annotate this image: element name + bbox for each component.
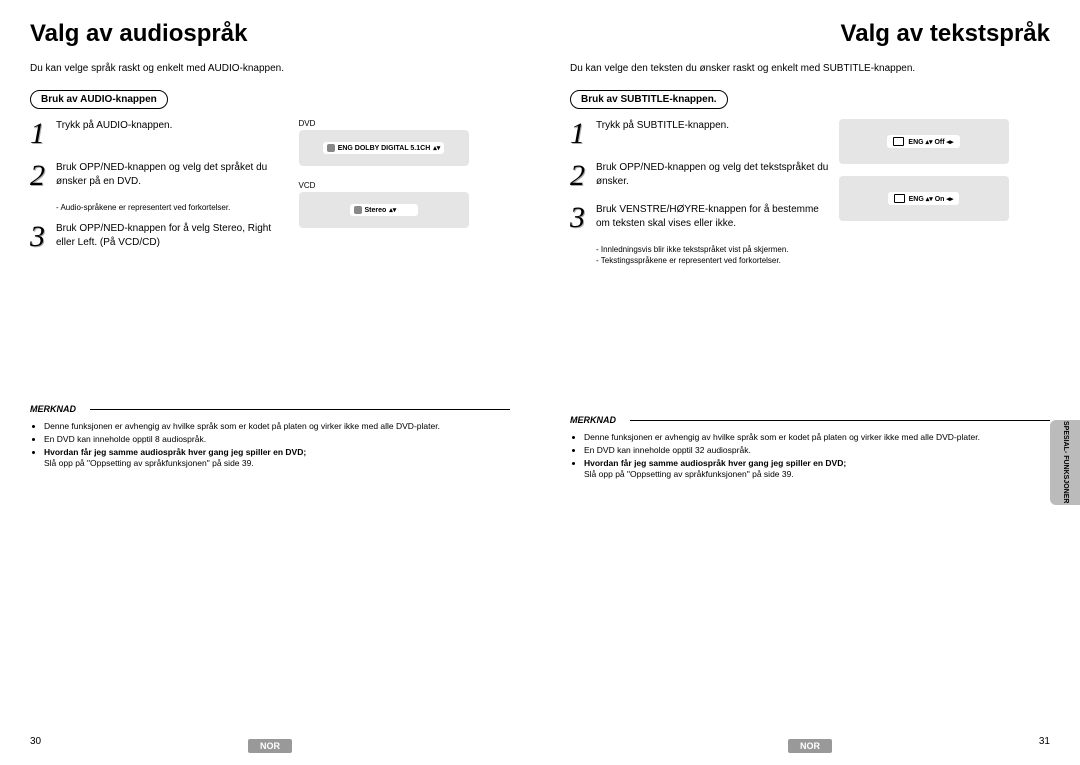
- vis-off-inner: ENG ▴▾ Off ◂▸: [887, 135, 959, 148]
- vis-vcd-text: Stereo: [365, 207, 387, 214]
- step-3-right: 3 Bruk VENSTRE/HØYRE-knappen for å beste…: [570, 203, 829, 233]
- step-2-right: 2 Bruk OPP/NED-knappen og velg det tekst…: [570, 161, 829, 191]
- step-num: 3: [30, 222, 56, 252]
- note-item-bold: Hvordan får jeg samme audiospråk hver ga…: [44, 446, 510, 459]
- note-label-right: MERKNAD: [570, 415, 1050, 425]
- pill-right: Bruk av SUBTITLE-knappen.: [570, 90, 728, 109]
- updown-icon: [389, 206, 396, 214]
- vis-dvd-text: ENG DOLBY DIGITAL 5.1CH: [338, 145, 431, 152]
- title-right: Valg av tekstspråk: [570, 20, 1050, 48]
- step-3-left: 3 Bruk OPP/NED-knappen for å velg Stereo…: [30, 222, 289, 252]
- vis-on-text: ENG ▴▾ On ◂▸: [909, 195, 954, 203]
- manual-spread: Valg av audiospråk Du kan velge språk ra…: [0, 0, 1080, 765]
- audio-icon: [354, 206, 362, 214]
- subtitle-icon: [894, 194, 905, 203]
- vis-on-inner: ENG ▴▾ On ◂▸: [888, 192, 960, 205]
- page-left: Valg av audiospråk Du kan velge språk ra…: [0, 0, 540, 765]
- page-right: Valg av tekstspråk Du kan velge den teks…: [540, 0, 1080, 765]
- side-tab-text: SPESIAL- FUNKSJONER: [1061, 421, 1069, 503]
- note-item: Denne funksjonen er avhengig av hvilke s…: [584, 431, 1050, 444]
- step-num: 2: [570, 161, 596, 191]
- step-1-right: 1 Trykk på SUBTITLE-knappen.: [570, 119, 829, 149]
- subtitle-icon: [893, 137, 904, 146]
- vis-off-text: ENG ▴▾ Off ◂▸: [908, 138, 953, 146]
- vis-dvd-box: ENG DOLBY DIGITAL 5.1CH: [299, 130, 469, 166]
- vis-dvd: DVD ENG DOLBY DIGITAL 5.1CH: [299, 119, 511, 166]
- note-item-bold: Hvordan får jeg samme audiospråk hver ga…: [584, 457, 1050, 470]
- vis-col-left: DVD ENG DOLBY DIGITAL 5.1CH VCD: [299, 119, 511, 264]
- step-sub-right-2: - Tekstingsspråkene er representert ved …: [596, 256, 829, 265]
- nor-badge-left: NOR: [248, 739, 292, 753]
- page-num-left: 30: [30, 736, 41, 747]
- step-1-left: 1 Trykk på AUDIO-knappen.: [30, 119, 289, 149]
- updown-icon: [433, 144, 440, 152]
- audio-icon: [327, 144, 335, 152]
- vis-vcd-inner: Stereo: [350, 204, 418, 216]
- note-label-left: MERKNAD: [30, 404, 510, 414]
- step-text: Bruk VENSTRE/HØYRE-knappen for å bestemm…: [596, 203, 829, 233]
- step-2-left: 2 Bruk OPP/NED-knappen og velg det språk…: [30, 161, 289, 191]
- step-text: Trykk på AUDIO-knappen.: [56, 119, 289, 149]
- notes-right: Denne funksjonen er avhengig av hvilke s…: [570, 431, 1050, 479]
- step-text: Bruk OPP/NED-knappen for å velg Stereo, …: [56, 222, 289, 252]
- note-sub-right: Slå opp på "Oppsetting av språkfunksjone…: [584, 469, 1050, 479]
- step-num: 3: [570, 203, 596, 233]
- steps-col-right: 1 Trykk på SUBTITLE-knappen. 2 Bruk OPP/…: [570, 119, 829, 275]
- intro-right: Du kan velge den teksten du ønsker raskt…: [570, 63, 1050, 74]
- notes-left: Denne funksjonen er avhengig av hvilke s…: [30, 420, 510, 468]
- vis-off-box: ENG ▴▾ Off ◂▸: [839, 119, 1009, 164]
- step-sub-left: - Audio-språkene er representert ved for…: [56, 203, 289, 212]
- vis-on-box: ENG ▴▾ On ◂▸: [839, 176, 1009, 221]
- steps-col-left: 1 Trykk på AUDIO-knappen. 2 Bruk OPP/NED…: [30, 119, 289, 264]
- note-item: Denne funksjonen er avhengig av hvilke s…: [44, 420, 510, 433]
- vis-dvd-inner: ENG DOLBY DIGITAL 5.1CH: [323, 142, 445, 154]
- nor-badge-right: NOR: [788, 739, 832, 753]
- note-item: En DVD kan inneholde opptil 8 audiospråk…: [44, 433, 510, 446]
- intro-left: Du kan velge språk raskt og enkelt med A…: [30, 63, 510, 74]
- page-num-right: 31: [1039, 736, 1050, 747]
- side-tab: SPESIAL- FUNKSJONER: [1050, 420, 1080, 505]
- step-text: Bruk OPP/NED-knappen og velg det tekstsp…: [596, 161, 829, 191]
- vis-vcd-box: Stereo: [299, 192, 469, 228]
- vis-vcd: VCD Stereo: [299, 181, 511, 228]
- vis-vcd-label: VCD: [299, 181, 511, 190]
- note-item: En DVD kan inneholde opptil 32 audiosprå…: [584, 444, 1050, 457]
- vis-col-right: ENG ▴▾ Off ◂▸ ENG ▴▾ On ◂▸: [839, 119, 1051, 275]
- step-num: 2: [30, 161, 56, 191]
- steps-area-left: 1 Trykk på AUDIO-knappen. 2 Bruk OPP/NED…: [30, 119, 510, 264]
- step-text: Bruk OPP/NED-knappen og velg det språket…: [56, 161, 289, 191]
- steps-area-right: 1 Trykk på SUBTITLE-knappen. 2 Bruk OPP/…: [570, 119, 1050, 275]
- step-sub-right-1: - Innledningsvis blir ikke tekstspråket …: [596, 245, 829, 254]
- step-num: 1: [570, 119, 596, 149]
- pill-left: Bruk av AUDIO-knappen: [30, 90, 168, 109]
- title-left: Valg av audiospråk: [30, 20, 510, 48]
- note-sub-left: Slå opp på "Oppsetting av språkfunksjone…: [44, 458, 510, 468]
- vis-dvd-label: DVD: [299, 119, 511, 128]
- step-num: 1: [30, 119, 56, 149]
- step-text: Trykk på SUBTITLE-knappen.: [596, 119, 829, 149]
